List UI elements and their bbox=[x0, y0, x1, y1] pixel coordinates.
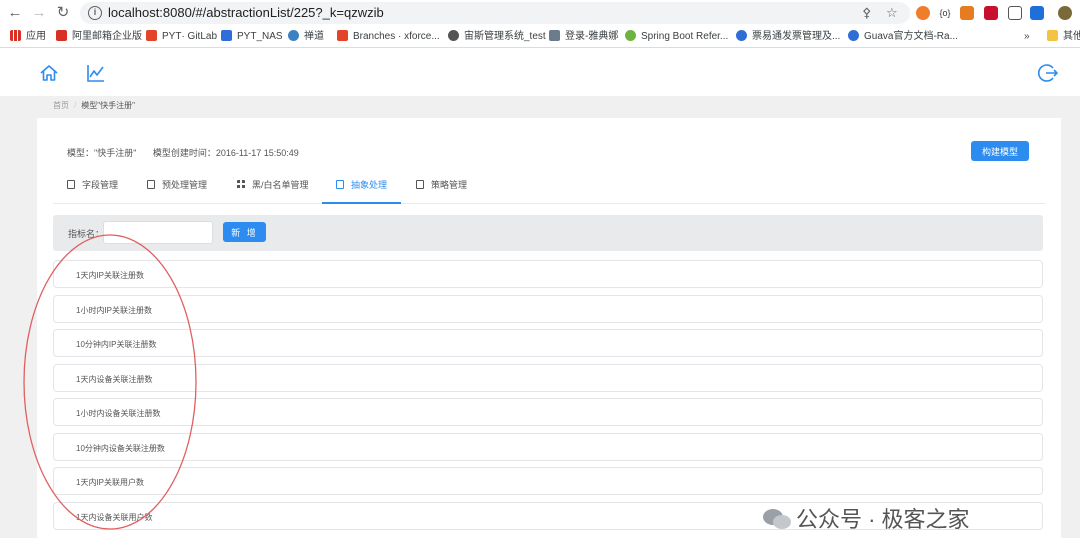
folder-icon bbox=[1047, 30, 1058, 41]
spring-icon bbox=[625, 30, 636, 41]
document-icon bbox=[67, 180, 75, 189]
globe-icon bbox=[448, 30, 459, 41]
bookmark-item[interactable]: 宙斯管理系统_test bbox=[448, 30, 546, 44]
tab-bar: 字段管理 预处理管理 黑/白名单管理 抽象处理 策略管理 bbox=[53, 174, 1045, 204]
avatar[interactable] bbox=[1058, 6, 1072, 20]
bookmark-item[interactable]: 登录-雅典娜 bbox=[549, 30, 618, 44]
star-icon[interactable]: ☆ bbox=[886, 5, 898, 21]
strategy-icon bbox=[416, 180, 424, 189]
bookmark-item[interactable]: Spring Boot Refer... bbox=[625, 30, 728, 44]
bookmark-item[interactable]: 禅道 bbox=[288, 30, 324, 44]
flash-icon[interactable] bbox=[984, 6, 998, 20]
address-bar[interactable]: i localhost:8080/#/abstractionList/225?_… bbox=[80, 2, 910, 24]
annotation-ellipse bbox=[23, 234, 197, 530]
document-icon bbox=[147, 180, 155, 189]
bookmark-item[interactable]: Guava官方文档-Ra... bbox=[848, 30, 958, 44]
image-icon bbox=[336, 180, 344, 189]
tab-field-management[interactable]: 字段管理 bbox=[53, 174, 132, 204]
logout-icon[interactable] bbox=[1038, 63, 1058, 83]
invoice-icon bbox=[736, 30, 747, 41]
extension-icon[interactable] bbox=[916, 6, 930, 20]
page-icon bbox=[549, 30, 560, 41]
json-extension-icon[interactable]: {o} bbox=[938, 6, 952, 20]
tab-strategy-management[interactable]: 策略管理 bbox=[402, 174, 481, 204]
bookmark-item[interactable]: 阿里邮箱企业版 bbox=[56, 30, 142, 44]
chart-icon[interactable] bbox=[86, 63, 106, 83]
key-icon[interactable]: ⚴ bbox=[862, 5, 872, 21]
reload-icon[interactable]: ↻ bbox=[54, 4, 72, 22]
address-url[interactable]: localhost:8080/#/abstractionList/225?_k=… bbox=[108, 5, 384, 20]
model-name: 模型："快手注册" bbox=[67, 148, 137, 158]
mail-icon bbox=[56, 30, 67, 41]
model-created-time: 模型创建时间：2016-11-17 15:50:49 bbox=[152, 148, 299, 158]
back-arrow-icon[interactable]: ← bbox=[6, 4, 24, 22]
gitlab-icon bbox=[337, 30, 348, 41]
breadcrumb-current: 模型"快手注册" bbox=[81, 101, 135, 110]
tab-abstraction[interactable]: 抽象处理 bbox=[322, 174, 402, 204]
app-header bbox=[0, 48, 1080, 96]
bookmark-item[interactable]: 票易通发票管理及... bbox=[736, 30, 840, 44]
add-button[interactable]: 新 增 bbox=[223, 222, 266, 242]
apps-grid-icon bbox=[10, 30, 21, 41]
breadcrumb-home[interactable]: 首页 bbox=[53, 101, 69, 110]
wechat-icon bbox=[763, 509, 791, 529]
forward-arrow-icon[interactable]: → bbox=[30, 4, 48, 22]
bookmark-folder-other[interactable]: 其他 bbox=[1047, 30, 1080, 44]
bookmarks-bar: 应用 阿里邮箱企业版 PYT· GitLab PYT_NAS 禅道 Branch… bbox=[0, 26, 1080, 48]
zentao-icon bbox=[288, 30, 299, 41]
breadcrumb-separator: / bbox=[74, 101, 77, 110]
tab-blacklist-management[interactable]: 黑/白名单管理 bbox=[223, 174, 323, 204]
bookmark-item[interactable]: Branches · xforce... bbox=[337, 30, 440, 44]
watermark: 公众号 · 极客之家 bbox=[762, 502, 970, 532]
info-icon[interactable]: i bbox=[88, 6, 102, 20]
browser-toolbar: ← → ↻ i localhost:8080/#/abstractionList… bbox=[0, 0, 1080, 26]
gitlab-icon bbox=[146, 30, 157, 41]
extension-icon[interactable] bbox=[1030, 6, 1044, 20]
build-model-button[interactable]: 构建模型 bbox=[971, 141, 1029, 161]
model-meta: 模型："快手注册" 模型创建时间：2016-11-17 15:50:49 bbox=[67, 146, 299, 159]
metamask-icon[interactable] bbox=[960, 6, 974, 20]
bookmark-item[interactable]: PYT_NAS bbox=[221, 30, 283, 44]
breadcrumb: 首页 / 模型"快手注册" bbox=[53, 100, 135, 111]
extension-icon[interactable] bbox=[1008, 6, 1022, 20]
grid-icon bbox=[237, 180, 245, 189]
more-bookmarks-button[interactable]: » bbox=[1024, 30, 1030, 44]
bookmark-item[interactable]: PYT· GitLab bbox=[146, 30, 217, 44]
watermark-text: 公众号 · 极客之家 bbox=[796, 507, 970, 532]
tab-preprocess-management[interactable]: 预处理管理 bbox=[133, 174, 221, 204]
globe-icon bbox=[848, 30, 859, 41]
nas-icon bbox=[221, 30, 232, 41]
home-icon[interactable] bbox=[39, 63, 59, 83]
bookmark-apps[interactable]: 应用 bbox=[10, 30, 46, 44]
